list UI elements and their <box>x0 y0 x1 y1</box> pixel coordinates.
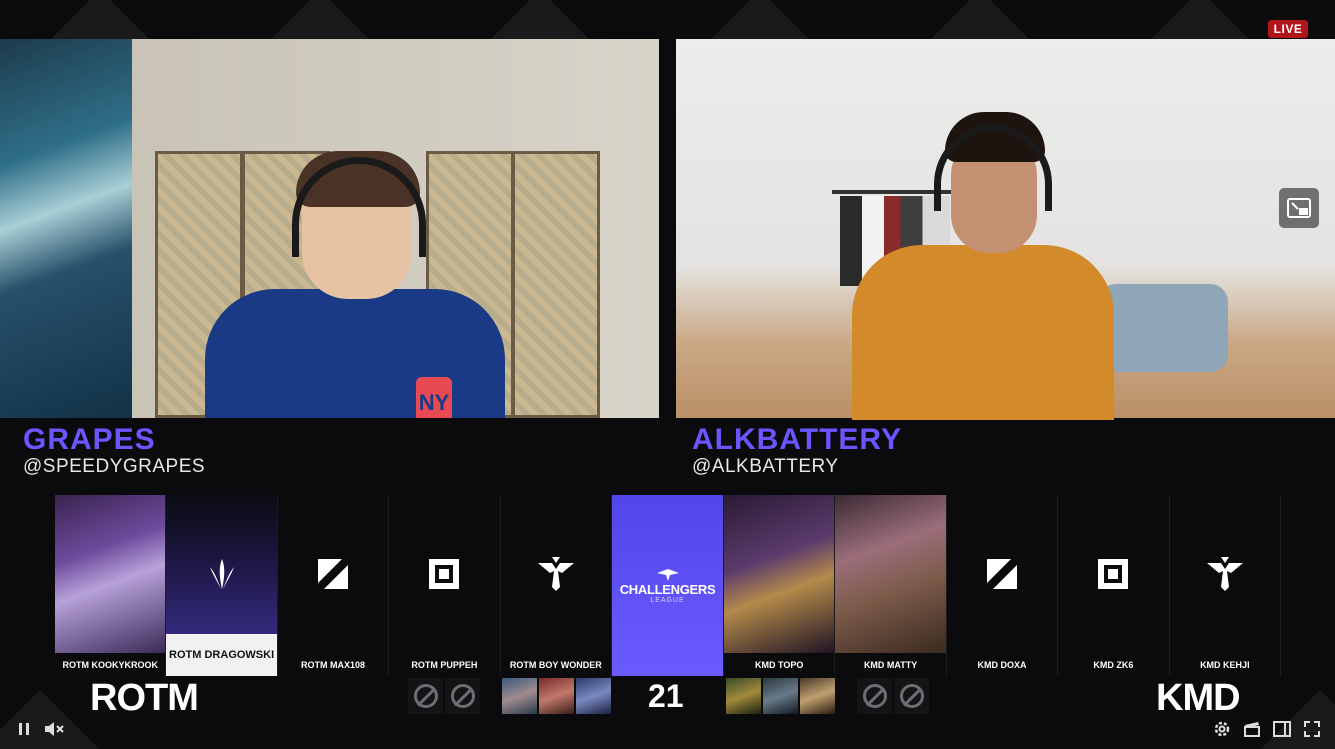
caster-nameplate-right: ALKBATTERY @ALKBATTERY <box>692 424 902 478</box>
player-label: KMD DOXA <box>977 659 1027 670</box>
empty-ban <box>894 678 929 714</box>
empty-ban <box>408 678 443 714</box>
ban-icon <box>862 684 887 708</box>
bans-left <box>408 678 611 714</box>
champion-ban-portrait <box>800 678 835 714</box>
player-label: KMD ZK6 <box>1093 659 1134 670</box>
champion-portrait <box>724 495 835 653</box>
wall-painting <box>0 39 132 418</box>
settings-icon <box>1214 721 1230 737</box>
bot-role-icon <box>1098 559 1129 589</box>
player-card: KMD MATTY <box>835 495 947 676</box>
player-label: ROTM DRAGOWSKI <box>166 634 277 676</box>
mid-role-icon <box>987 559 1018 589</box>
league-logo-subtitle: LEAGUE <box>650 597 685 604</box>
caster-name: ALKBATTERY <box>692 423 902 456</box>
player-role-icon <box>389 495 499 653</box>
theater-icon <box>1273 721 1291 737</box>
video-controls <box>0 714 1335 749</box>
player-card: KMD KEHJI <box>1169 495 1282 676</box>
settings-button[interactable] <box>1211 718 1233 740</box>
pip-button[interactable] <box>1279 188 1319 228</box>
ban-icon <box>450 684 475 708</box>
player-role-icon <box>1058 495 1168 653</box>
champion-ban-portrait <box>576 678 611 714</box>
champion-ban-portrait <box>763 678 798 714</box>
mute-icon <box>45 722 64 736</box>
bans-right <box>726 678 929 714</box>
player-card: ROTM BOY WONDER <box>500 495 613 676</box>
champion-portrait <box>835 495 946 653</box>
caster-name: GRAPES <box>23 423 156 456</box>
empty-ban <box>857 678 892 714</box>
player-card: KMD ZK6 <box>1058 495 1170 676</box>
player-card: ROTM MAX108 <box>277 495 390 676</box>
support-role-icon <box>1206 557 1243 591</box>
live-badge: LIVE <box>1268 20 1308 38</box>
league-logo-art: CHALLENGERS LEAGUE <box>612 495 723 676</box>
ban-icon <box>899 684 924 708</box>
player-label: ROTM MAX108 <box>301 659 366 670</box>
caster-nameplate-left: GRAPES @SPEEDYGRAPES <box>23 424 205 478</box>
player-role-icon <box>501 495 611 653</box>
sofa <box>1098 284 1228 372</box>
player-label: KMD MATTY <box>863 659 918 670</box>
fullscreen-icon <box>1304 721 1320 737</box>
player-label: KMD KEHJI <box>1200 659 1250 670</box>
caster-handle: @ALKBATTERY <box>692 456 839 477</box>
player-card: KMD DOXA <box>946 495 1059 676</box>
player-label: ROTM PUPPEH <box>411 659 478 670</box>
caster-body <box>205 289 505 418</box>
player-card: ROTM PUPPEH <box>389 495 501 676</box>
player-card-active: ROTM DRAGOWSKI <box>166 495 278 676</box>
caster-handle: @SPEEDYGRAPES <box>23 456 206 477</box>
pause-icon <box>19 723 29 735</box>
player-card: KMD TOPO <box>724 495 836 676</box>
player-role-icon <box>1170 495 1280 653</box>
player-role-icon <box>278 495 388 653</box>
player-role-icon <box>947 495 1057 653</box>
champion-portrait <box>55 495 166 653</box>
pip-icon <box>1287 198 1311 218</box>
league-logo: CHALLENGERS LEAGUE <box>612 495 724 676</box>
caster-camera-left: NY <box>0 39 659 418</box>
champion-ban-portrait <box>726 678 761 714</box>
player-label: ROTM KOOKYKROOK <box>62 659 158 670</box>
jungle-role-icon <box>209 559 234 589</box>
empty-ban <box>445 678 480 714</box>
clip-icon <box>1244 722 1260 737</box>
caster-body <box>852 245 1114 420</box>
folding-screen-panel <box>512 151 600 418</box>
league-wings-icon <box>656 569 679 581</box>
mute-button[interactable] <box>43 718 65 740</box>
champion-ban-portrait <box>502 678 537 714</box>
champion-ban-portrait <box>539 678 574 714</box>
clip-button[interactable] <box>1241 718 1263 740</box>
fullscreen-button[interactable] <box>1301 718 1323 740</box>
player-label: ROTM BOY WONDER <box>509 659 602 670</box>
theater-mode-button[interactable] <box>1271 718 1293 740</box>
bot-role-icon <box>429 559 460 589</box>
player-strip: ROTM KOOKYKROOK ROTM DRAGOWSKI ROTM MAX1… <box>55 495 1282 676</box>
player-card: ROTM KOOKYKROOK <box>55 495 167 676</box>
mid-role-icon <box>318 559 349 589</box>
player-label: KMD TOPO <box>755 659 804 670</box>
shirt-logo-icon: NY <box>416 377 452 418</box>
game-timer: 21 <box>648 678 684 714</box>
league-logo-title: CHALLENGERS <box>619 582 716 597</box>
player-role-icon <box>166 495 277 653</box>
support-role-icon <box>537 557 574 591</box>
pause-button[interactable] <box>13 718 35 740</box>
ban-icon <box>413 684 438 708</box>
